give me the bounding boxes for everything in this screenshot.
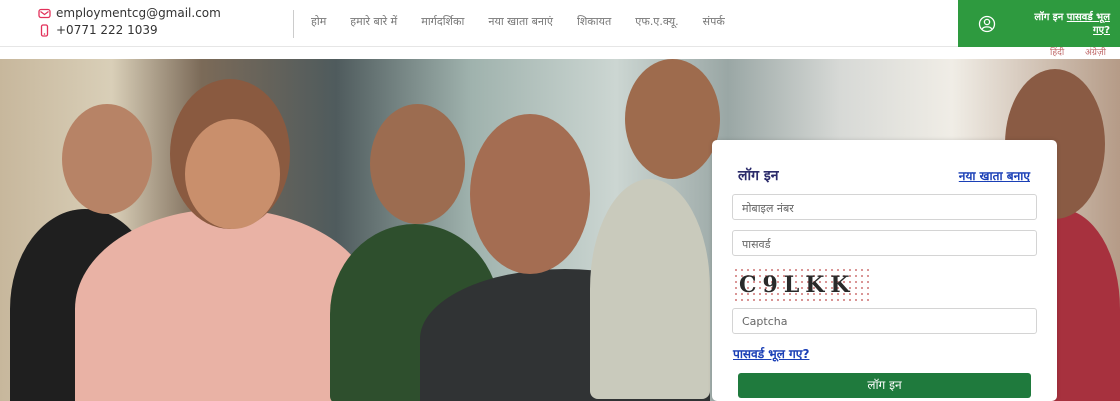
language-english[interactable]: अंग्रेज़ी xyxy=(1085,45,1106,58)
mobile-number-input[interactable]: मोबाइल नंबर xyxy=(732,194,1037,220)
captcha-text: C9LKK xyxy=(739,272,856,298)
header-login-link[interactable]: लॉग इन xyxy=(1034,12,1063,23)
divider xyxy=(293,10,294,38)
login-submit-button[interactable]: लॉग इन xyxy=(738,373,1031,398)
nav-item-faq[interactable]: एफ.ए.क्यू. xyxy=(635,14,678,29)
nav-item-complaint[interactable]: शिकायत xyxy=(577,14,611,29)
main-nav: होम हमारे बारे में मार्गदर्शिका नया खाता… xyxy=(311,14,749,29)
language-hindi[interactable]: हिंदी xyxy=(1050,45,1064,58)
header-login-box[interactable]: लॉग इन पासवर्ड भूल गए? xyxy=(958,0,1120,47)
forgot-password-link[interactable]: पासवर्ड भूल गए? xyxy=(733,345,809,362)
nav-item-about[interactable]: हमारे बारे में xyxy=(350,14,397,29)
nav-item-register[interactable]: नया खाता बनाएं xyxy=(488,14,553,29)
captcha-image: C9LKK xyxy=(733,267,869,303)
nav-item-guide[interactable]: मार्गदर्शिका xyxy=(421,14,464,29)
top-bar: employmentcg@gmail.com +0771 222 1039 हो… xyxy=(0,0,1120,47)
nav-item-home[interactable]: होम xyxy=(311,14,326,29)
create-account-link[interactable]: नया खाता बनाए xyxy=(959,167,1030,184)
mail-icon xyxy=(38,7,51,20)
contact-phone[interactable]: +0771 222 1039 xyxy=(56,22,158,39)
phone-icon xyxy=(38,24,51,37)
captcha-input[interactable]: Captcha xyxy=(732,308,1037,334)
contact-email[interactable]: employmentcg@gmail.com xyxy=(56,5,221,22)
login-form: लॉग इन नया खाता बनाए मोबाइल नंबर पासवर्ड… xyxy=(712,140,1057,401)
user-icon xyxy=(978,15,996,33)
password-input[interactable]: पासवर्ड xyxy=(732,230,1037,256)
login-form-title: लॉग इन xyxy=(738,168,779,184)
contact-info: employmentcg@gmail.com +0771 222 1039 xyxy=(38,5,221,39)
header-forgot-link[interactable]: पासवर्ड भूल गए? xyxy=(1067,12,1110,36)
nav-item-contact[interactable]: संपर्क xyxy=(703,14,725,29)
